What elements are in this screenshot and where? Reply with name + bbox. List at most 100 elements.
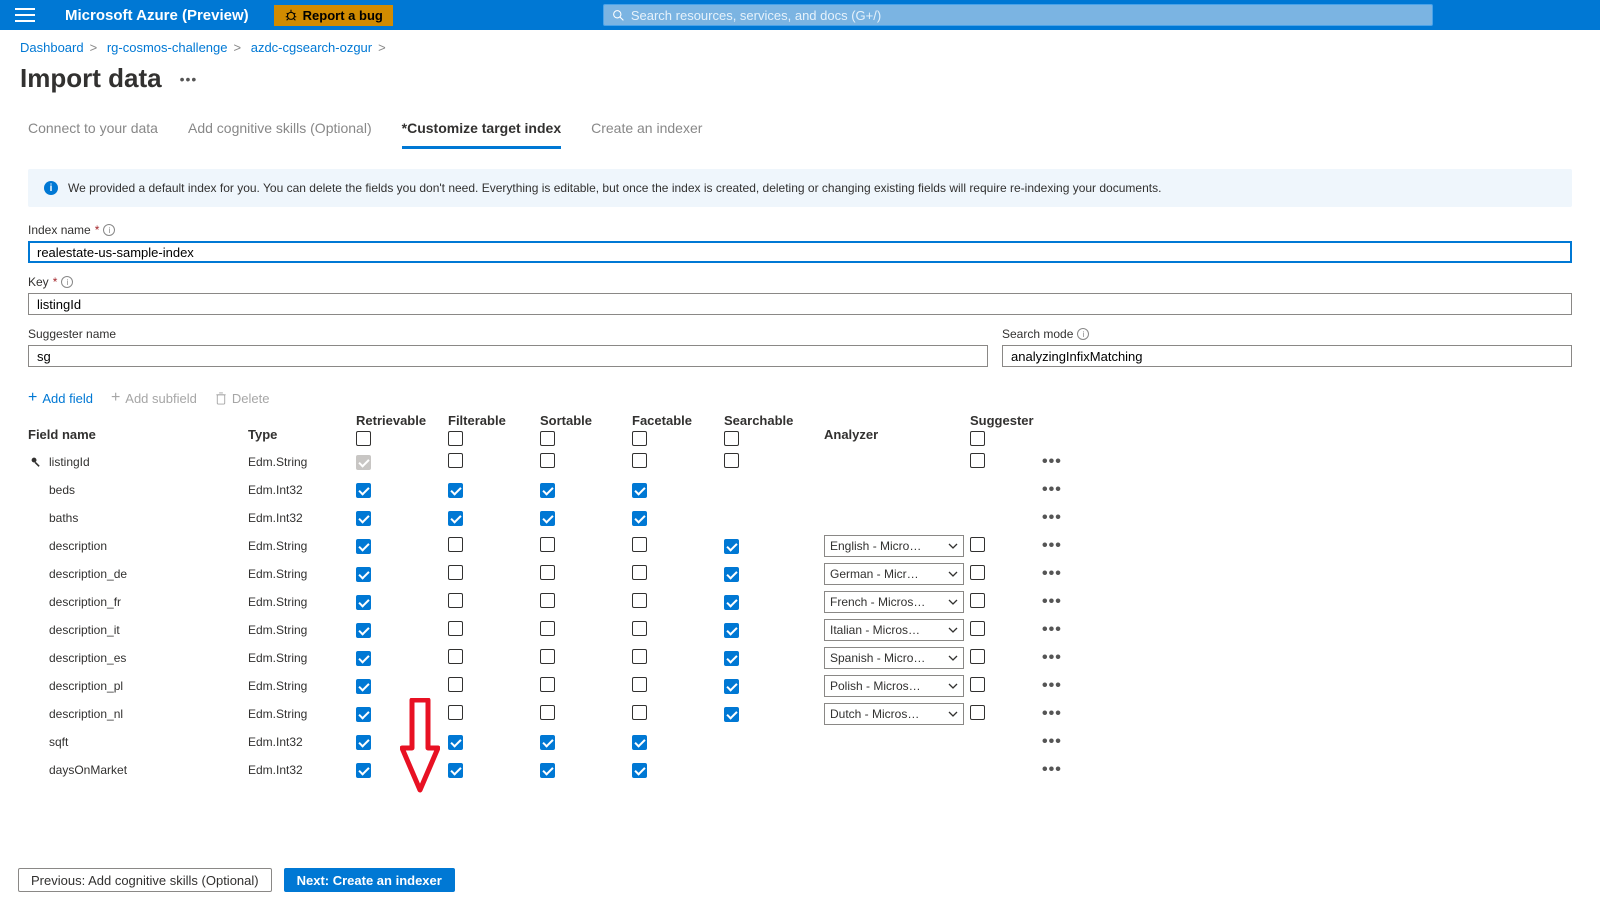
previous-button[interactable]: Previous: Add cognitive skills (Optional…	[18, 868, 272, 892]
retrievable-checkbox[interactable]	[356, 539, 371, 554]
crumb-dashboard[interactable]: Dashboard	[20, 40, 84, 55]
row-more-icon[interactable]: •••	[1042, 593, 1062, 610]
select-all-facetable[interactable]	[632, 431, 647, 446]
analyzer-select[interactable]: Polish - Micros…	[824, 675, 964, 697]
sortable-checkbox[interactable]	[540, 763, 555, 778]
facetable-checkbox[interactable]	[632, 763, 647, 778]
searchable-checkbox[interactable]	[724, 679, 739, 694]
hamburger-icon[interactable]	[15, 8, 35, 22]
sortable-checkbox[interactable]	[540, 511, 555, 526]
tab-cognitive[interactable]: Add cognitive skills (Optional)	[188, 114, 372, 149]
retrievable-checkbox[interactable]	[356, 763, 371, 778]
facetable-checkbox[interactable]	[632, 565, 647, 580]
more-actions-icon[interactable]: •••	[180, 71, 198, 87]
global-search[interactable]	[603, 4, 1433, 26]
searchable-checkbox[interactable]	[724, 595, 739, 610]
retrievable-checkbox[interactable]	[356, 595, 371, 610]
suggester-checkbox[interactable]	[970, 453, 985, 468]
help-icon[interactable]: i	[61, 276, 73, 288]
filterable-checkbox[interactable]	[448, 511, 463, 526]
select-all-suggester[interactable]	[970, 431, 985, 446]
analyzer-select[interactable]: German - Micr…	[824, 563, 964, 585]
searchable-checkbox[interactable]	[724, 623, 739, 638]
sortable-checkbox[interactable]	[540, 593, 555, 608]
facetable-checkbox[interactable]	[632, 537, 647, 552]
row-more-icon[interactable]: •••	[1042, 733, 1062, 750]
facetable-checkbox[interactable]	[632, 649, 647, 664]
searchable-checkbox[interactable]	[724, 453, 739, 468]
facetable-checkbox[interactable]	[632, 735, 647, 750]
searchable-checkbox[interactable]	[724, 567, 739, 582]
key-input[interactable]	[28, 293, 1572, 315]
suggester-checkbox[interactable]	[970, 593, 985, 608]
searchable-checkbox[interactable]	[724, 539, 739, 554]
filterable-checkbox[interactable]	[448, 677, 463, 692]
suggester-checkbox[interactable]	[970, 537, 985, 552]
filterable-checkbox[interactable]	[448, 763, 463, 778]
filterable-checkbox[interactable]	[448, 565, 463, 580]
retrievable-checkbox[interactable]	[356, 707, 371, 722]
retrievable-checkbox[interactable]	[356, 567, 371, 582]
sortable-checkbox[interactable]	[540, 453, 555, 468]
tab-connect[interactable]: Connect to your data	[28, 114, 158, 149]
filterable-checkbox[interactable]	[448, 537, 463, 552]
facetable-checkbox[interactable]	[632, 453, 647, 468]
facetable-checkbox[interactable]	[632, 705, 647, 720]
facetable-checkbox[interactable]	[632, 621, 647, 636]
sortable-checkbox[interactable]	[540, 705, 555, 720]
sortable-checkbox[interactable]	[540, 483, 555, 498]
row-more-icon[interactable]: •••	[1042, 565, 1062, 582]
row-more-icon[interactable]: •••	[1042, 453, 1062, 470]
suggester-checkbox[interactable]	[970, 649, 985, 664]
tab-indexer[interactable]: Create an indexer	[591, 114, 702, 149]
next-button[interactable]: Next: Create an indexer	[284, 868, 455, 892]
analyzer-select[interactable]: Italian - Micros…	[824, 619, 964, 641]
searchable-checkbox[interactable]	[724, 707, 739, 722]
crumb-resource[interactable]: azdc-cgsearch-ozgur	[251, 40, 372, 55]
retrievable-checkbox[interactable]	[356, 623, 371, 638]
suggester-checkbox[interactable]	[970, 621, 985, 636]
sortable-checkbox[interactable]	[540, 677, 555, 692]
retrievable-checkbox[interactable]	[356, 651, 371, 666]
analyzer-select[interactable]: French - Micros…	[824, 591, 964, 613]
sortable-checkbox[interactable]	[540, 735, 555, 750]
searchable-checkbox[interactable]	[724, 651, 739, 666]
sortable-checkbox[interactable]	[540, 565, 555, 580]
report-bug-button[interactable]: Report a bug	[274, 5, 393, 26]
row-more-icon[interactable]: •••	[1042, 621, 1062, 638]
filterable-checkbox[interactable]	[448, 593, 463, 608]
sortable-checkbox[interactable]	[540, 537, 555, 552]
row-more-icon[interactable]: •••	[1042, 537, 1062, 554]
filterable-checkbox[interactable]	[448, 735, 463, 750]
facetable-checkbox[interactable]	[632, 593, 647, 608]
sortable-checkbox[interactable]	[540, 649, 555, 664]
crumb-rg[interactable]: rg-cosmos-challenge	[107, 40, 228, 55]
analyzer-select[interactable]: English - Micro…	[824, 535, 964, 557]
filterable-checkbox[interactable]	[448, 483, 463, 498]
search-mode-input[interactable]	[1002, 345, 1572, 367]
facetable-checkbox[interactable]	[632, 511, 647, 526]
row-more-icon[interactable]: •••	[1042, 677, 1062, 694]
row-more-icon[interactable]: •••	[1042, 509, 1062, 526]
facetable-checkbox[interactable]	[632, 677, 647, 692]
filterable-checkbox[interactable]	[448, 621, 463, 636]
retrievable-checkbox[interactable]	[356, 483, 371, 498]
suggester-checkbox[interactable]	[970, 705, 985, 720]
filterable-checkbox[interactable]	[448, 453, 463, 468]
analyzer-select[interactable]: Spanish - Micro…	[824, 647, 964, 669]
facetable-checkbox[interactable]	[632, 483, 647, 498]
row-more-icon[interactable]: •••	[1042, 481, 1062, 498]
tab-customize[interactable]: *Customize target index	[402, 114, 561, 149]
add-field-button[interactable]: +Add field	[28, 389, 93, 407]
help-icon[interactable]: i	[103, 224, 115, 236]
select-all-filterable[interactable]	[448, 431, 463, 446]
suggester-checkbox[interactable]	[970, 677, 985, 692]
filterable-checkbox[interactable]	[448, 649, 463, 664]
retrievable-checkbox[interactable]	[356, 511, 371, 526]
row-more-icon[interactable]: •••	[1042, 649, 1062, 666]
retrievable-checkbox[interactable]	[356, 735, 371, 750]
retrievable-checkbox[interactable]	[356, 679, 371, 694]
row-more-icon[interactable]: •••	[1042, 761, 1062, 778]
select-all-retrievable[interactable]	[356, 431, 371, 446]
retrievable-checkbox[interactable]	[356, 455, 371, 470]
